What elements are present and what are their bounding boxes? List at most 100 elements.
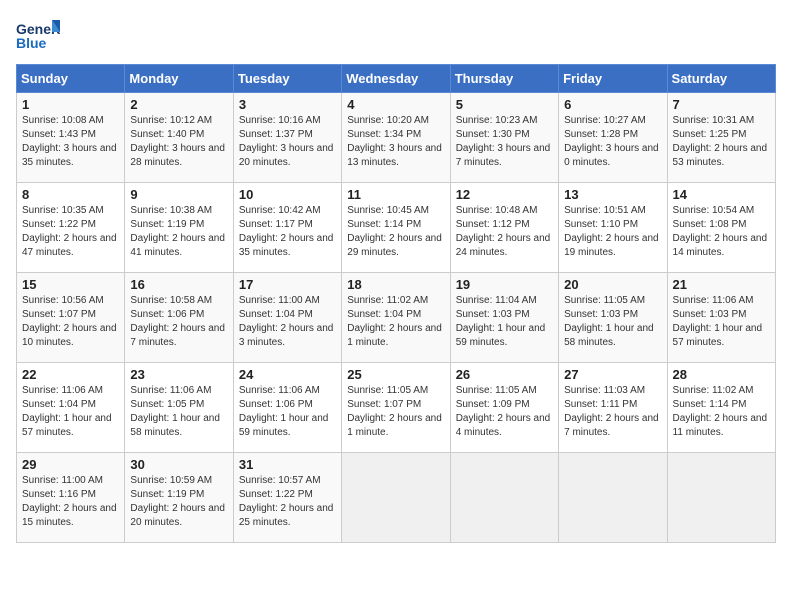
dow-header-monday: Monday [125,65,233,93]
calendar-week-3: 15 Sunrise: 10:56 AMSunset: 1:07 PMDayli… [17,273,776,363]
day-info: Sunrise: 11:02 AMSunset: 1:14 PMDaylight… [673,385,768,438]
day-number: 17 [239,277,336,292]
calendar-cell: 25 Sunrise: 11:05 AMSunset: 1:07 PMDayli… [342,363,450,453]
day-info: Sunrise: 10:35 AMSunset: 1:22 PMDaylight… [22,205,117,258]
calendar-cell: 19 Sunrise: 11:04 AMSunset: 1:03 PMDayli… [450,273,558,363]
day-info: Sunrise: 10:51 AMSunset: 1:10 PMDaylight… [564,205,659,258]
day-info: Sunrise: 11:03 AMSunset: 1:11 PMDaylight… [564,385,659,438]
day-number: 9 [130,187,227,202]
day-number: 26 [456,367,553,382]
day-number: 28 [673,367,770,382]
day-number: 7 [673,97,770,112]
day-info: Sunrise: 11:05 AMSunset: 1:07 PMDaylight… [347,385,442,438]
day-info: Sunrise: 10:59 AMSunset: 1:19 PMDaylight… [130,475,225,528]
day-number: 2 [130,97,227,112]
day-number: 4 [347,97,444,112]
day-number: 6 [564,97,661,112]
calendar-cell: 4 Sunrise: 10:20 AMSunset: 1:34 PMDaylig… [342,93,450,183]
day-info: Sunrise: 10:54 AMSunset: 1:08 PMDaylight… [673,205,768,258]
day-number: 30 [130,457,227,472]
day-number: 21 [673,277,770,292]
day-info: Sunrise: 11:05 AMSunset: 1:03 PMDaylight… [564,295,654,348]
day-number: 31 [239,457,336,472]
calendar-cell: 6 Sunrise: 10:27 AMSunset: 1:28 PMDaylig… [559,93,667,183]
calendar-cell: 31 Sunrise: 10:57 AMSunset: 1:22 PMDayli… [233,453,341,543]
day-info: Sunrise: 11:04 AMSunset: 1:03 PMDaylight… [456,295,546,348]
calendar-cell: 17 Sunrise: 11:00 AMSunset: 1:04 PMDayli… [233,273,341,363]
day-info: Sunrise: 10:23 AMSunset: 1:30 PMDaylight… [456,115,551,168]
day-number: 22 [22,367,119,382]
calendar-week-1: 1 Sunrise: 10:08 AMSunset: 1:43 PMDaylig… [17,93,776,183]
day-info: Sunrise: 11:00 AMSunset: 1:16 PMDaylight… [22,475,117,528]
day-number: 5 [456,97,553,112]
day-info: Sunrise: 10:42 AMSunset: 1:17 PMDaylight… [239,205,334,258]
day-number: 3 [239,97,336,112]
calendar-cell [667,453,775,543]
calendar-cell: 20 Sunrise: 11:05 AMSunset: 1:03 PMDayli… [559,273,667,363]
day-number: 12 [456,187,553,202]
day-info: Sunrise: 11:06 AMSunset: 1:04 PMDaylight… [22,385,112,438]
day-info: Sunrise: 10:08 AMSunset: 1:43 PMDaylight… [22,115,117,168]
calendar-cell: 7 Sunrise: 10:31 AMSunset: 1:25 PMDaylig… [667,93,775,183]
day-number: 13 [564,187,661,202]
calendar-week-4: 22 Sunrise: 11:06 AMSunset: 1:04 PMDayli… [17,363,776,453]
calendar-cell: 14 Sunrise: 10:54 AMSunset: 1:08 PMDayli… [667,183,775,273]
dow-header-sunday: Sunday [17,65,125,93]
calendar-cell: 28 Sunrise: 11:02 AMSunset: 1:14 PMDayli… [667,363,775,453]
calendar-cell: 12 Sunrise: 10:48 AMSunset: 1:12 PMDayli… [450,183,558,273]
day-number: 18 [347,277,444,292]
calendar-cell: 1 Sunrise: 10:08 AMSunset: 1:43 PMDaylig… [17,93,125,183]
dow-header-friday: Friday [559,65,667,93]
svg-text:Blue: Blue [16,35,47,51]
day-info: Sunrise: 10:16 AMSunset: 1:37 PMDaylight… [239,115,334,168]
calendar-cell [342,453,450,543]
day-number: 15 [22,277,119,292]
day-number: 11 [347,187,444,202]
calendar-cell: 15 Sunrise: 10:56 AMSunset: 1:07 PMDayli… [17,273,125,363]
day-info: Sunrise: 10:56 AMSunset: 1:07 PMDaylight… [22,295,117,348]
calendar-cell: 16 Sunrise: 10:58 AMSunset: 1:06 PMDayli… [125,273,233,363]
logo-icon: General Blue [16,16,60,56]
day-info: Sunrise: 10:20 AMSunset: 1:34 PMDaylight… [347,115,442,168]
page-header: General Blue [16,16,776,56]
calendar-cell [559,453,667,543]
day-number: 8 [22,187,119,202]
day-number: 27 [564,367,661,382]
calendar-cell: 5 Sunrise: 10:23 AMSunset: 1:30 PMDaylig… [450,93,558,183]
day-number: 10 [239,187,336,202]
calendar-week-2: 8 Sunrise: 10:35 AMSunset: 1:22 PMDaylig… [17,183,776,273]
day-number: 19 [456,277,553,292]
day-info: Sunrise: 11:00 AMSunset: 1:04 PMDaylight… [239,295,334,348]
day-info: Sunrise: 10:57 AMSunset: 1:22 PMDaylight… [239,475,334,528]
day-info: Sunrise: 11:06 AMSunset: 1:05 PMDaylight… [130,385,220,438]
day-info: Sunrise: 10:31 AMSunset: 1:25 PMDaylight… [673,115,768,168]
calendar-cell: 10 Sunrise: 10:42 AMSunset: 1:17 PMDayli… [233,183,341,273]
dow-header-tuesday: Tuesday [233,65,341,93]
calendar-cell: 24 Sunrise: 11:06 AMSunset: 1:06 PMDayli… [233,363,341,453]
calendar-cell: 11 Sunrise: 10:45 AMSunset: 1:14 PMDayli… [342,183,450,273]
calendar-cell: 29 Sunrise: 11:00 AMSunset: 1:16 PMDayli… [17,453,125,543]
day-info: Sunrise: 10:12 AMSunset: 1:40 PMDaylight… [130,115,225,168]
calendar-cell: 21 Sunrise: 11:06 AMSunset: 1:03 PMDayli… [667,273,775,363]
calendar-cell: 27 Sunrise: 11:03 AMSunset: 1:11 PMDayli… [559,363,667,453]
day-info: Sunrise: 10:27 AMSunset: 1:28 PMDaylight… [564,115,659,168]
dow-header-saturday: Saturday [667,65,775,93]
calendar-cell: 8 Sunrise: 10:35 AMSunset: 1:22 PMDaylig… [17,183,125,273]
calendar-cell: 18 Sunrise: 11:02 AMSunset: 1:04 PMDayli… [342,273,450,363]
day-info: Sunrise: 11:06 AMSunset: 1:03 PMDaylight… [673,295,763,348]
calendar-cell: 2 Sunrise: 10:12 AMSunset: 1:40 PMDaylig… [125,93,233,183]
calendar-cell: 9 Sunrise: 10:38 AMSunset: 1:19 PMDaylig… [125,183,233,273]
day-info: Sunrise: 10:38 AMSunset: 1:19 PMDaylight… [130,205,225,258]
day-number: 25 [347,367,444,382]
day-number: 29 [22,457,119,472]
calendar-cell [450,453,558,543]
day-info: Sunrise: 10:48 AMSunset: 1:12 PMDaylight… [456,205,551,258]
logo: General Blue [16,16,64,56]
calendar-table: SundayMondayTuesdayWednesdayThursdayFrid… [16,64,776,543]
calendar-cell: 3 Sunrise: 10:16 AMSunset: 1:37 PMDaylig… [233,93,341,183]
day-info: Sunrise: 11:02 AMSunset: 1:04 PMDaylight… [347,295,442,348]
day-info: Sunrise: 10:58 AMSunset: 1:06 PMDaylight… [130,295,225,348]
day-number: 23 [130,367,227,382]
calendar-cell: 23 Sunrise: 11:06 AMSunset: 1:05 PMDayli… [125,363,233,453]
day-number: 24 [239,367,336,382]
